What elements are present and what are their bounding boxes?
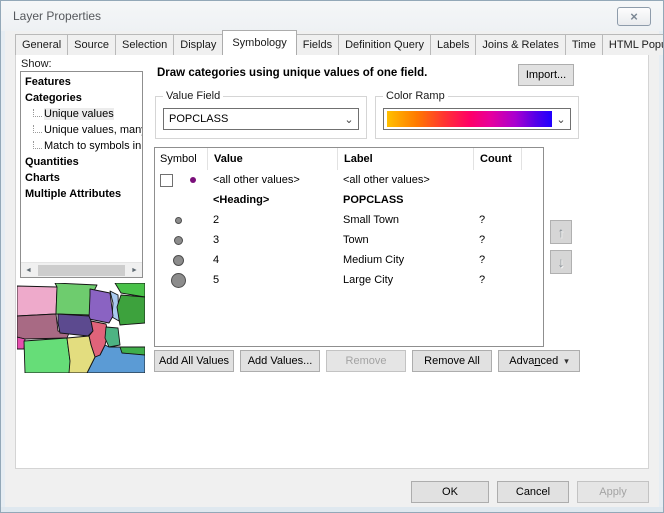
apply-button[interactable]: Apply: [577, 481, 649, 503]
arrow-down-icon: ↓: [558, 254, 565, 270]
add-all-values-button[interactable]: Add All Values: [154, 350, 234, 372]
show-label: Show:: [21, 58, 52, 70]
tab-display[interactable]: Display: [173, 34, 223, 55]
cancel-button[interactable]: Cancel: [497, 481, 569, 503]
tree-item-categories[interactable]: Categories: [25, 90, 142, 106]
column-header-symbol[interactable]: Symbol: [155, 148, 207, 170]
tab-joins-relates[interactable]: Joins & Relates: [475, 34, 565, 55]
scroll-left-icon[interactable]: ◄: [21, 267, 36, 274]
tree-item-unique-values[interactable]: Unique values: [25, 106, 142, 122]
value-field-group: Value Field POPCLASS ⌄: [155, 96, 367, 139]
table-row-value-4[interactable]: 4 Medium City ?: [155, 250, 543, 270]
tree-item-features[interactable]: Features: [25, 74, 142, 90]
state-polygon: [58, 314, 93, 336]
remove-button[interactable]: Remove: [326, 350, 406, 372]
symbology-tab-page: Show: Features Categories Unique values …: [15, 54, 649, 469]
title-bar[interactable]: Layer Properties ×: [1, 1, 663, 31]
color-ramp-preview: [387, 111, 552, 127]
unique-values-table: Symbol Value Label Count <all other valu…: [154, 147, 544, 347]
tree-branch-line: [33, 141, 42, 149]
layer-preview-map: [17, 283, 145, 373]
chevron-down-icon[interactable]: ⌄: [340, 113, 358, 126]
advanced-button[interactable]: Advanced▾: [498, 350, 580, 372]
tree-branch-line: [33, 125, 42, 133]
state-polygon: [17, 286, 57, 316]
table-row-value-5[interactable]: 5 Large City ?: [155, 270, 543, 290]
value-symbol[interactable]: [173, 255, 184, 266]
value-symbol[interactable]: [174, 236, 183, 245]
add-values-button[interactable]: Add Values...: [240, 350, 320, 372]
arrow-up-icon: ↑: [558, 224, 565, 240]
color-ramp-group: Color Ramp ⌄: [375, 96, 579, 139]
tab-html-popup[interactable]: HTML Popup: [602, 34, 664, 55]
scrollbar-thumb[interactable]: [38, 265, 125, 276]
move-down-button[interactable]: ↓: [550, 250, 572, 274]
method-description: Draw categories using unique values of o…: [157, 67, 427, 79]
tab-general[interactable]: General: [15, 34, 68, 55]
tab-selection[interactable]: Selection: [115, 34, 174, 55]
value-symbol[interactable]: [175, 217, 182, 224]
layer-properties-dialog: Layer Properties × General Source Select…: [0, 0, 664, 513]
all-other-values-symbol[interactable]: [190, 177, 196, 183]
value-field-label: Value Field: [163, 90, 223, 102]
column-header-label[interactable]: Label: [337, 148, 473, 170]
window-frame-right: [659, 29, 663, 512]
tab-definition-query[interactable]: Definition Query: [338, 34, 431, 55]
remove-all-button[interactable]: Remove All: [412, 350, 492, 372]
state-polygon: [89, 289, 113, 323]
dropdown-caret-icon: ▾: [564, 356, 569, 366]
state-polygon: [105, 327, 120, 347]
value-field-select[interactable]: POPCLASS ⌄: [163, 108, 359, 130]
table-header-row: Symbol Value Label Count: [155, 148, 543, 170]
state-polygon: [115, 283, 145, 297]
import-button[interactable]: Import...: [518, 64, 574, 86]
table-row-value-2[interactable]: 2 Small Town ?: [155, 210, 543, 230]
move-up-button[interactable]: ↑: [550, 220, 572, 244]
window-frame-left: [1, 29, 5, 512]
table-row-all-other-values[interactable]: <all other values> <all other values>: [155, 170, 543, 190]
scroll-right-icon[interactable]: ►: [127, 267, 142, 274]
value-symbol[interactable]: [171, 273, 186, 288]
tree-item-multiple-attributes[interactable]: Multiple Attributes: [25, 186, 142, 202]
tree-item-quantities[interactable]: Quantities: [25, 154, 142, 170]
symbology-method-tree: Features Categories Unique values Unique…: [20, 71, 143, 278]
tab-fields[interactable]: Fields: [296, 34, 339, 55]
tree-item-match-symbols[interactable]: Match to symbols in a: [25, 138, 142, 154]
column-header-count[interactable]: Count: [473, 148, 521, 170]
tree-item-charts[interactable]: Charts: [25, 170, 142, 186]
window-title: Layer Properties: [13, 9, 101, 23]
color-ramp-label: Color Ramp: [383, 90, 448, 102]
color-ramp-select[interactable]: ⌄: [383, 108, 571, 130]
tree-item-unique-values-many[interactable]: Unique values, many: [25, 122, 142, 138]
tab-bar: General Source Selection Display Symbolo…: [15, 34, 664, 55]
all-other-values-checkbox[interactable]: [160, 174, 173, 187]
chevron-down-icon[interactable]: ⌄: [552, 113, 570, 126]
tab-time[interactable]: Time: [565, 34, 603, 55]
tab-symbology[interactable]: Symbology: [222, 30, 296, 55]
ok-button[interactable]: OK: [411, 481, 489, 503]
value-field-selected-value: POPCLASS: [164, 113, 340, 125]
window-frame-bottom: [1, 507, 663, 512]
tab-labels[interactable]: Labels: [430, 34, 476, 55]
close-icon[interactable]: ×: [617, 7, 651, 26]
column-header-extra: [521, 148, 543, 170]
column-header-value[interactable]: Value: [207, 148, 337, 170]
table-row-value-3[interactable]: 3 Town ?: [155, 230, 543, 250]
tree-branch-line: [33, 109, 42, 117]
table-row-heading[interactable]: <Heading> POPCLASS: [155, 190, 543, 210]
tab-source[interactable]: Source: [67, 34, 116, 55]
state-polygon: [117, 295, 145, 325]
state-polygon: [24, 338, 72, 373]
tree-horizontal-scrollbar[interactable]: ◄ ►: [21, 262, 142, 277]
